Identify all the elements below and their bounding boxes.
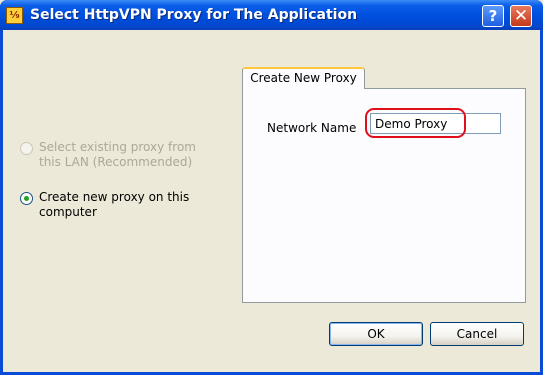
tab-create-new-proxy[interactable]: Create New Proxy: [242, 67, 365, 89]
help-button[interactable]: ?: [482, 5, 504, 27]
dialog-client-area: Select existing proxy from this LAN (Rec…: [3, 30, 540, 372]
cancel-button[interactable]: Cancel: [430, 322, 524, 346]
new-proxy-radio[interactable]: [20, 192, 33, 205]
existing-proxy-radio: [20, 142, 33, 155]
existing-proxy-label: Select existing proxy from this LAN (Rec…: [39, 140, 196, 169]
new-proxy-option[interactable]: Create new proxy on this computer: [20, 190, 219, 220]
network-name-label: Network Name: [267, 121, 357, 135]
existing-proxy-option: Select existing proxy from this LAN (Rec…: [20, 140, 219, 170]
ok-button[interactable]: OK: [329, 322, 423, 346]
dialog-window: ⅑ Select HttpVPN Proxy for The Applicati…: [0, 0, 543, 375]
app-icon: ⅑: [6, 7, 23, 24]
new-proxy-label[interactable]: Create new proxy on this computer: [39, 190, 219, 220]
window-title: Select HttpVPN Proxy for The Application: [30, 7, 358, 23]
title-bar[interactable]: ⅑ Select HttpVPN Proxy for The Applicati…: [0, 0, 543, 30]
annotation-highlight: [365, 108, 466, 138]
close-button[interactable]: ✕: [510, 5, 532, 27]
